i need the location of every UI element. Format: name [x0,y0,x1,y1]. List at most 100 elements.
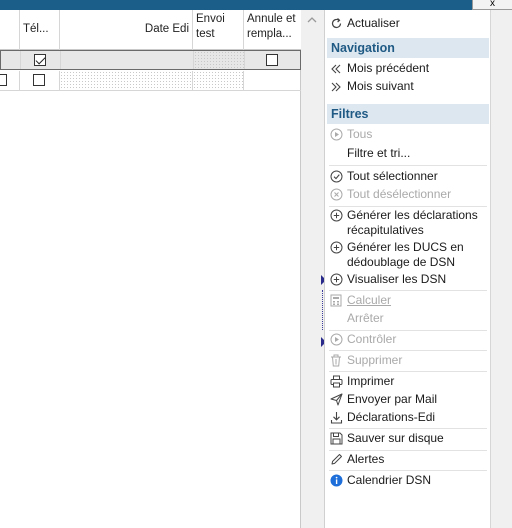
select-all-item[interactable]: Tout sélectionner [325,169,491,184]
double-chevron-right-icon [329,79,343,94]
send-mail-item[interactable]: Envoyer par Mail [325,392,491,407]
row-cell-tel [20,71,60,90]
annule-checkbox[interactable] [266,54,278,66]
pencil-icon [329,452,343,467]
window-titlebar [0,0,512,10]
generate-ducs-label: Générer les DUCS en dédoublage de DSN [347,240,464,269]
header-cell-blank[interactable] [0,10,20,50]
divider [329,290,487,291]
header-tel-label: Tél... [23,23,49,35]
next-month-item[interactable]: Mois suivant [325,79,491,94]
calculate-item[interactable]: Calculer [325,293,491,308]
calculate-label: Calculer [347,293,392,307]
next-month-label: Mois suivant [347,79,414,93]
panel-scrollbar[interactable] [490,10,512,528]
divider [329,470,487,471]
grid-header: Tél... Date Edi Envoi test Annule et rem… [0,10,301,50]
data-grid: Tél... Date Edi Envoi test Annule et rem… [0,10,301,528]
delete-item[interactable]: Supprimer [325,353,491,368]
tel-checkbox[interactable] [33,74,45,86]
declarations-edi-label: Déclarations-Edi [347,410,436,424]
stop-label: Arrêter [347,311,384,325]
row-cell-envoi-test [193,71,244,90]
declarations-edi-item[interactable]: Déclarations-Edi [325,410,491,425]
header-date-edi[interactable]: Date Edi [60,10,193,50]
floppy-disk-icon [329,431,343,446]
generate-summary-label: Générer les déclarations récapitulatives [347,208,478,237]
header-date-edi-label: Date Edi [144,23,189,35]
row-cell-blank [0,71,20,90]
dsn-calendar-label: Calendrier DSN [347,473,432,487]
blank-icon [329,311,343,326]
row-cell-envoi-test [194,51,245,69]
x-circle-icon [329,187,343,202]
grid-scrollbar[interactable] [302,10,322,528]
header-annule[interactable]: Annule et rempla... [244,10,301,50]
alerts-label: Alertes [347,452,385,466]
save-disk-label: Sauver sur disque [347,431,444,445]
dsn-calendar-item[interactable]: Calendrier DSN [325,473,491,488]
header-envoi-test-label: Envoi test [196,13,225,40]
print-label: Imprimer [347,374,395,388]
view-dsn-item[interactable]: Visualiser les DSN [325,272,491,287]
select-all-label: Tout sélectionner [347,169,438,183]
refresh-item[interactable]: Actualiser [325,16,491,31]
plus-circle-icon [329,208,343,223]
divider [329,330,487,331]
print-item[interactable]: Imprimer [325,374,491,389]
alerts-item[interactable]: Alertes [325,452,491,467]
blank-icon [329,146,343,161]
all-label: Tous [347,127,373,141]
save-disk-item[interactable]: Sauver sur disque [325,431,491,446]
play-circle-icon [329,127,343,142]
send-mail-label: Envoyer par Mail [347,392,438,406]
divider [329,165,487,166]
filters-section-title: Filtres [327,104,489,124]
send-icon [329,392,343,407]
header-tel[interactable]: Tél... [20,10,60,50]
action-panel: Actualiser Navigation Mois précédent Moi… [324,10,490,528]
divider [329,206,487,207]
splitter-dotted-line [322,290,323,330]
header-annule-label: Annule et rempla... [247,13,296,40]
row-cell-annule [244,71,301,90]
plus-circle-icon [329,272,343,287]
table-row[interactable] [0,50,301,70]
play-circle-icon [329,332,343,347]
delete-label: Supprimer [347,353,403,367]
refresh-label: Actualiser [347,16,400,30]
row-checkbox[interactable] [0,74,7,86]
divider [329,350,487,351]
row-cell-annule [245,51,300,69]
calculator-icon [329,293,343,308]
divider [329,371,487,372]
double-chevron-left-icon [329,61,343,76]
all-item[interactable]: Tous [325,127,491,142]
generate-ducs-item[interactable]: Générer les DUCS en dédoublage de DSN [325,240,491,270]
trash-icon [329,353,343,368]
plus-circle-icon [329,240,343,255]
filter-sort-item[interactable]: Filtre et tri... [325,146,491,161]
deselect-all-item[interactable]: Tout désélectionner [325,187,491,202]
row-cell-tel [21,51,61,69]
table-row[interactable] [0,71,301,91]
deselect-all-label: Tout désélectionner [347,187,452,201]
check-circle-icon [329,169,343,184]
check-item[interactable]: Contrôler [325,332,491,347]
download-icon [329,410,343,425]
row-cell-date-edi [61,51,194,69]
stop-item[interactable]: Arrêter [325,311,491,326]
scroll-up-icon[interactable] [307,15,317,25]
header-envoi-test[interactable]: Envoi test [193,10,244,50]
check-label: Contrôler [347,332,397,346]
close-button[interactable]: x [472,0,512,10]
divider [329,428,487,429]
prev-month-item[interactable]: Mois précédent [325,61,491,76]
navigation-section-title: Navigation [327,38,489,58]
refresh-icon [329,16,343,31]
row-cell-date-edi [60,71,193,90]
info-icon [329,473,343,488]
generate-summary-item[interactable]: Générer les déclarations récapitulatives [325,208,491,238]
row-cell-blank [1,51,21,69]
tel-checkbox[interactable] [34,54,46,66]
